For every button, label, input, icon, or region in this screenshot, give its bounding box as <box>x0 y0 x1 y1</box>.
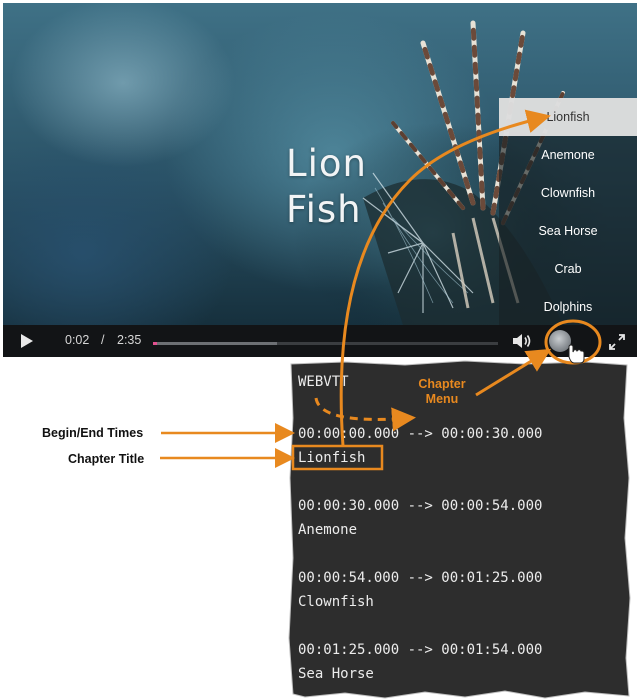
arrow-dashed-to-label <box>314 397 416 432</box>
arrow-label-to-button <box>475 348 552 397</box>
arrow-title-to-menu <box>339 109 551 447</box>
annotation-overlay <box>160 109 602 471</box>
cue-title-highlight <box>291 444 384 471</box>
hand-cursor-icon <box>568 344 585 364</box>
